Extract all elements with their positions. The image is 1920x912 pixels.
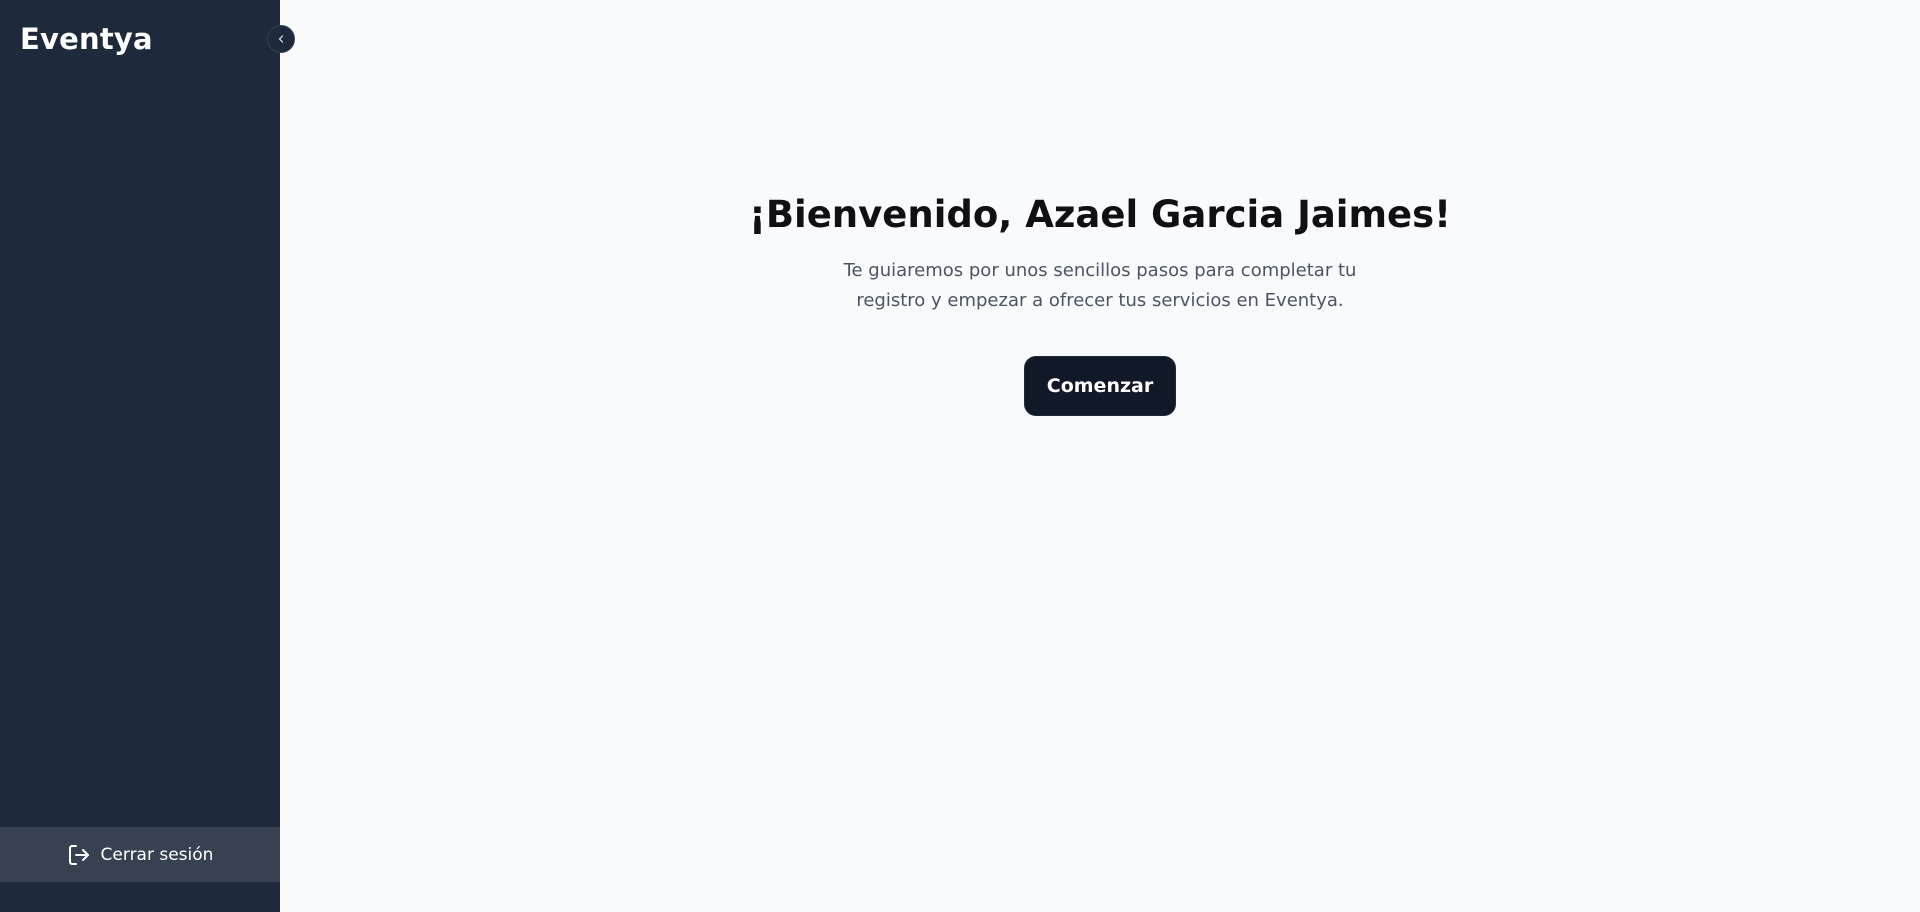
start-button[interactable]: Comenzar (1024, 356, 1176, 416)
welcome-title: ¡Bienvenido, Azael Garcia Jaimes! (748, 193, 1452, 236)
app-root: Eventya Cerrar sesión ¡Bienvenido, Azael… (0, 0, 1920, 912)
logout-icon (67, 843, 91, 867)
main-content: ¡Bienvenido, Azael Garcia Jaimes! Te gui… (280, 0, 1920, 912)
sidebar: Eventya Cerrar sesión (0, 0, 280, 912)
logout-label: Cerrar sesión (100, 844, 214, 865)
sidebar-collapse-button[interactable] (267, 25, 295, 53)
chevron-left-icon (275, 33, 287, 45)
welcome-description: Te guiaremos por unos sencillos pasos pa… (843, 260, 1357, 311)
welcome-section: ¡Bienvenido, Azael Garcia Jaimes! Te gui… (280, 190, 1920, 416)
brand-logo: Eventya (20, 22, 153, 56)
logout-button[interactable]: Cerrar sesión (0, 827, 280, 882)
